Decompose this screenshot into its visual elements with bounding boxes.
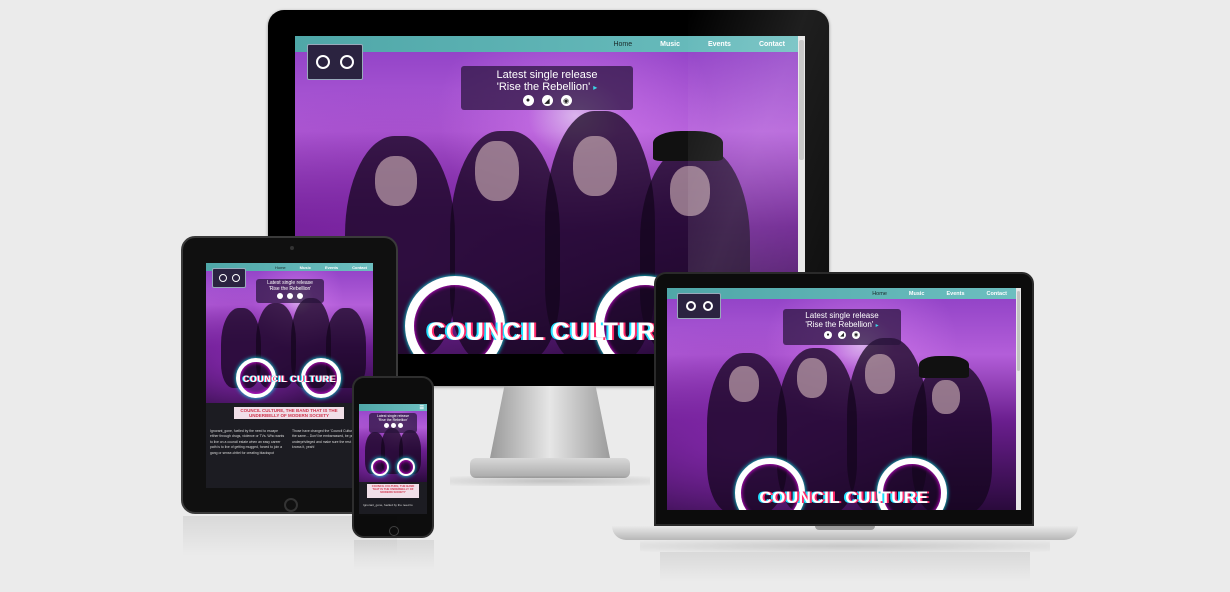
nav-music[interactable]: Music — [909, 291, 925, 297]
site-logo[interactable] — [212, 268, 246, 288]
release-title-text: 'Rise the Rebellion' — [496, 81, 591, 93]
desktop-stand-foot — [470, 458, 630, 478]
brand-title: COUNCIL CULTURE — [759, 488, 929, 507]
website-preview-tablet: COUNCIL CULTURE Home Music Events Contac… — [206, 263, 373, 403]
scrollbar[interactable] — [1016, 288, 1021, 510]
apple-music-icon[interactable] — [297, 293, 303, 299]
logo-ring-icon — [316, 55, 330, 69]
logo-ring-icon — [218, 274, 227, 282]
face-4 — [932, 380, 960, 414]
spotify-icon[interactable]: ● — [824, 331, 832, 339]
nav-events[interactable]: Events — [325, 265, 338, 270]
release-box: Latest single release 'Rise the Rebellio… — [369, 413, 417, 433]
laptop-device: COUNCIL CULTURE Home Music Events Contac… — [654, 272, 1034, 526]
streaming-icons: ● ◢ ◉ — [783, 331, 901, 339]
laptop-shadow — [640, 540, 1050, 552]
release-title: 'Rise the Rebellion' — [268, 286, 312, 292]
release-box: Latest single release 'Rise the Rebellio… — [461, 66, 633, 110]
logo-ring-icon — [685, 301, 696, 311]
phone-reflection — [354, 540, 434, 570]
release-title: 'Rise the Rebellion' ▸ — [783, 320, 901, 329]
phone-screen: ☰ Latest single release 'Rise the Rebell… — [359, 404, 427, 514]
nav-contact[interactable]: Contact — [352, 265, 367, 270]
soundcloud-icon[interactable]: ◢ — [541, 95, 553, 106]
nav-events[interactable]: Events — [946, 291, 964, 297]
laptop-reflection — [660, 552, 1030, 582]
tagline: COUNCIL CULTURE, THE BAND THAT IS THE UN… — [367, 484, 419, 498]
face-3 — [865, 354, 895, 394]
streaming-icons — [369, 423, 417, 428]
tablet-screen: COUNCIL CULTURE Home Music Events Contac… — [206, 263, 373, 488]
release-title: 'Rise the Rebellion' — [378, 418, 408, 422]
logo-ring-right — [397, 458, 415, 476]
release-box: Latest single release 'Rise the Rebellio… — [256, 279, 324, 303]
site-logo[interactable] — [307, 44, 363, 80]
spotify-icon[interactable]: ● — [522, 95, 534, 106]
navbar: ☰ — [359, 404, 427, 411]
logo-ring-left — [371, 458, 389, 476]
face-1 — [729, 366, 759, 402]
spotify-icon[interactable] — [277, 293, 283, 299]
face-2 — [475, 141, 519, 201]
nav-home[interactable]: Home — [872, 291, 887, 297]
face-3 — [573, 136, 617, 196]
face-1 — [375, 156, 417, 206]
laptop-notch — [815, 526, 875, 530]
streaming-icons — [256, 293, 324, 299]
scroll-thumb[interactable] — [1017, 291, 1020, 371]
release-box: Latest single release 'Rise the Rebellio… — [783, 309, 901, 345]
nav-home[interactable]: Home — [275, 265, 286, 270]
nav-home[interactable]: Home — [613, 41, 632, 48]
about-text: Ignorant_gone, fuelled by the need to — [363, 503, 413, 507]
laptop-screen: COUNCIL CULTURE Home Music Events Contac… — [667, 288, 1021, 510]
home-button-icon — [284, 498, 298, 512]
camera-icon — [290, 246, 294, 250]
soundcloud-icon[interactable]: ◢ — [838, 331, 846, 339]
logo-ring-icon — [231, 274, 240, 282]
brand-title: COUNCIL CULTURE — [242, 374, 337, 384]
logo-ring-icon — [702, 301, 713, 311]
hat — [919, 356, 969, 378]
release-heading: Latest single release — [805, 311, 879, 320]
phone-device: ☰ Latest single release 'Rise the Rebell… — [352, 376, 434, 538]
release-title: 'Rise the Rebellion' ▸ — [461, 81, 633, 93]
logo-ring-icon — [340, 55, 354, 69]
about-section: COUNCIL CULTURE, THE BAND THAT IS THE UN… — [206, 403, 373, 488]
nav-contact[interactable]: Contact — [987, 291, 1007, 297]
about-text-col1: Ignorant_gone, fuelled by the need to es… — [210, 429, 285, 455]
spotify-icon[interactable] — [383, 423, 389, 428]
about-section: COUNCIL CULTURE, THE BAND THAT IS THE UN… — [359, 482, 427, 514]
soundcloud-icon[interactable] — [390, 423, 396, 428]
play-arrow-icon[interactable]: ▸ — [876, 323, 879, 329]
site-logo[interactable] — [677, 293, 721, 319]
nav-music[interactable]: Music — [660, 41, 680, 48]
streaming-icons: ● ◢ ◉ — [461, 95, 633, 106]
desktop-stand-neck — [490, 386, 610, 458]
website-preview-laptop: COUNCIL CULTURE Home Music Events Contac… — [667, 288, 1021, 510]
tagline: COUNCIL CULTURE, THE BAND THAT IS THE UN… — [234, 407, 344, 420]
play-arrow-icon[interactable]: ▸ — [593, 83, 597, 92]
soundcloud-icon[interactable] — [287, 293, 293, 299]
website-preview-phone: ☰ Latest single release 'Rise the Rebell… — [359, 404, 427, 482]
face-2 — [797, 358, 827, 398]
apple-music-icon[interactable]: ◉ — [852, 331, 860, 339]
menu-toggle-icon[interactable]: ☰ — [420, 405, 424, 411]
nav-music[interactable]: Music — [300, 265, 311, 270]
apple-music-icon[interactable] — [397, 423, 403, 428]
apple-music-icon[interactable]: ◉ — [560, 95, 572, 106]
release-heading: Latest single release — [496, 69, 598, 81]
release-title-text: 'Rise the Rebellion' — [805, 320, 874, 329]
desktop-shadow — [450, 476, 650, 486]
